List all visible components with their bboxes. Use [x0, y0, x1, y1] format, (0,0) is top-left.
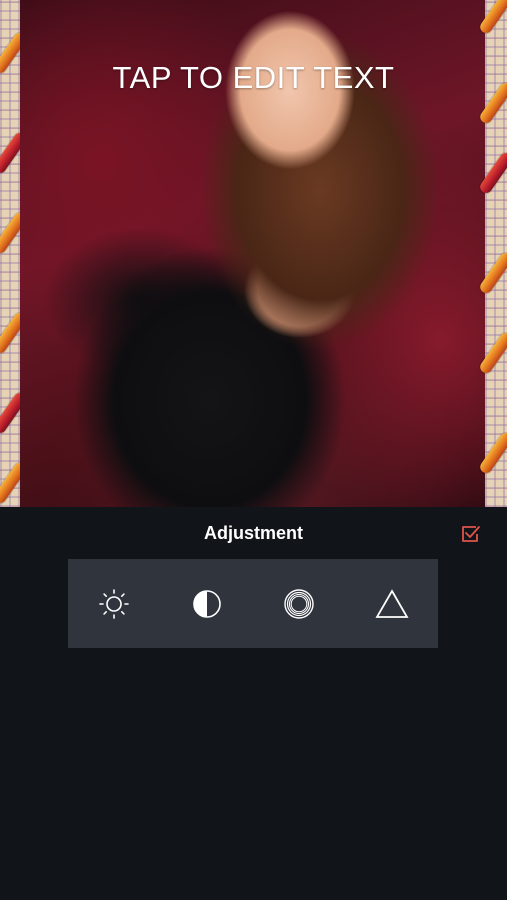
vignette-icon: [284, 588, 314, 619]
adjustment-header: Adjustment: [0, 507, 507, 559]
frame-pattern-right: [477, 0, 507, 507]
sharpen-triangle-icon: [375, 588, 409, 618]
frame-pattern-left: [0, 0, 29, 507]
brightness-tool[interactable]: [89, 579, 139, 629]
adjustment-toolbar: [68, 559, 438, 648]
panel-title: Adjustment: [204, 523, 303, 543]
checkbox-check-icon: [462, 526, 480, 542]
sharpen-tool[interactable]: [367, 579, 417, 629]
contrast-icon: [192, 589, 221, 618]
brightness-icon: [99, 588, 130, 619]
contrast-tool[interactable]: [182, 579, 232, 629]
vignette-tool[interactable]: [274, 579, 324, 629]
photo-canvas[interactable]: TAP TO EDIT TEXT: [0, 0, 507, 507]
confirm-button[interactable]: [459, 523, 481, 545]
edit-text-overlay[interactable]: TAP TO EDIT TEXT: [20, 60, 487, 96]
